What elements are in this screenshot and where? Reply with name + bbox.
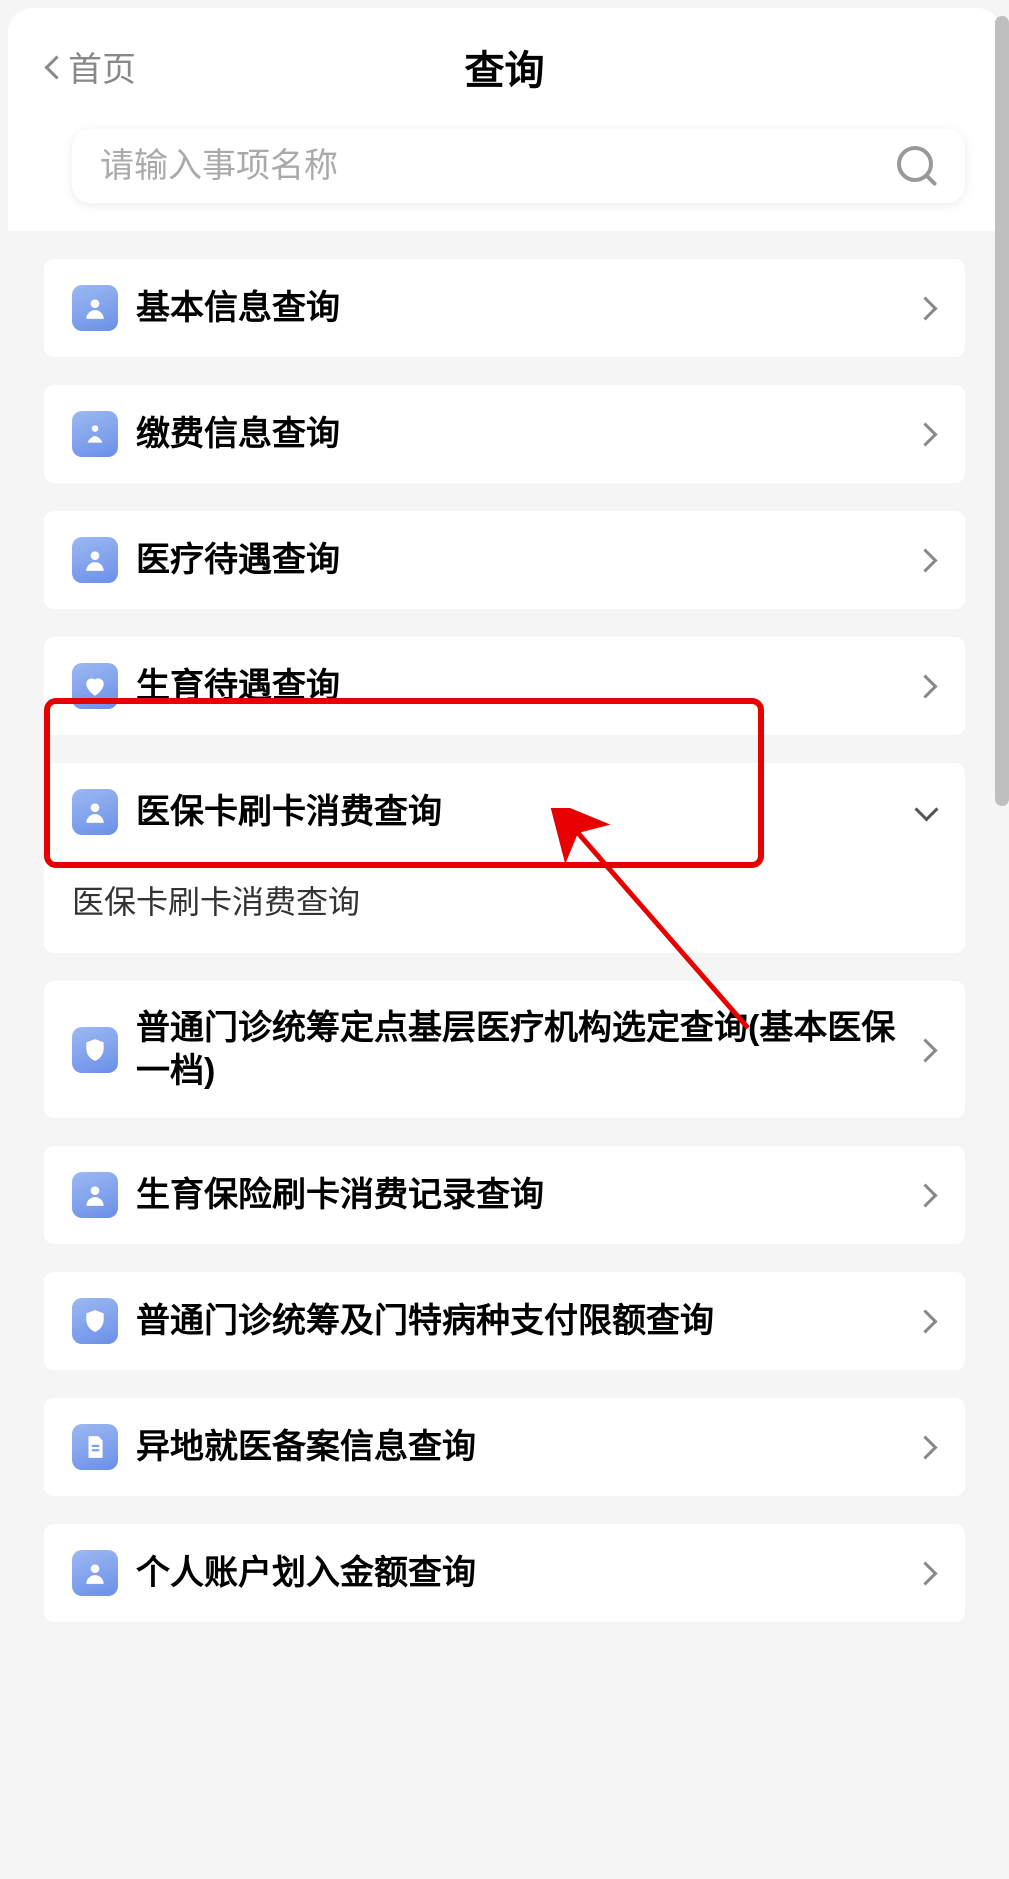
heart-icon	[72, 663, 118, 709]
person-icon	[72, 537, 118, 583]
doc-icon	[72, 1424, 118, 1470]
shield-icon	[72, 1298, 118, 1344]
search-input[interactable]	[100, 147, 897, 186]
list-item-row[interactable]: 个人账户划入金额查询	[72, 1550, 937, 1596]
search-box[interactable]	[72, 129, 965, 203]
search-section	[8, 117, 1001, 231]
chevron-right-icon	[915, 675, 937, 697]
chevron-right-icon	[915, 1184, 937, 1206]
list-item: 生育保险刷卡消费记录查询	[44, 1146, 965, 1244]
list-item: 普通门诊统筹及门特病种支付限额查询	[44, 1272, 965, 1370]
list-item-row[interactable]: 生育待遇查询	[72, 663, 937, 709]
list-item-row[interactable]: 生育保险刷卡消费记录查询	[72, 1172, 937, 1218]
list-item-row[interactable]: 普通门诊统筹及门特病种支付限额查询	[72, 1298, 937, 1344]
person-icon	[72, 789, 118, 835]
chevron-right-icon	[915, 549, 937, 571]
list-item-title: 个人账户划入金额查询	[136, 1552, 897, 1595]
list-item: 异地就医备案信息查询	[44, 1398, 965, 1496]
list-item: 基本信息查询	[44, 259, 965, 357]
list-item-title: 医疗待遇查询	[136, 539, 897, 582]
header: 首页 查询	[8, 8, 1001, 117]
list-item-row[interactable]: 缴费信息查询	[72, 411, 937, 457]
chevron-down-icon	[915, 801, 937, 823]
chevron-right-icon	[915, 1039, 937, 1061]
list-item-title: 普通门诊统筹及门特病种支付限额查询	[136, 1300, 897, 1343]
list-item-title: 生育待遇查询	[136, 665, 897, 708]
list-item-row[interactable]: 普通门诊统筹定点基层医疗机构选定查询(基本医保一档)	[72, 1007, 937, 1092]
list-item-row[interactable]: 基本信息查询	[72, 285, 937, 331]
list-item: 医保卡刷卡消费查询医保卡刷卡消费查询	[44, 763, 965, 953]
person-icon	[72, 285, 118, 331]
page-title: 查询	[465, 38, 545, 96]
chevron-right-icon	[915, 423, 937, 445]
query-list: 基本信息查询缴费信息查询医疗待遇查询生育待遇查询医保卡刷卡消费查询医保卡刷卡消费…	[8, 259, 1001, 1622]
list-item-title: 生育保险刷卡消费记录查询	[136, 1174, 897, 1217]
scrollbar[interactable]	[995, 16, 1009, 806]
hand-icon	[72, 411, 118, 457]
person-icon	[72, 1172, 118, 1218]
shield-icon	[72, 1027, 118, 1073]
list-item: 生育待遇查询	[44, 637, 965, 735]
chevron-right-icon	[915, 1562, 937, 1584]
list-item: 普通门诊统筹定点基层医疗机构选定查询(基本医保一档)	[44, 981, 965, 1118]
list-sub-item[interactable]: 医保卡刷卡消费查询	[72, 835, 937, 927]
list-item-title: 医保卡刷卡消费查询	[136, 791, 897, 834]
list-item-row[interactable]: 医疗待遇查询	[72, 537, 937, 583]
list-item-row[interactable]: 医保卡刷卡消费查询	[72, 789, 937, 835]
person-icon	[72, 1550, 118, 1596]
list-item-title: 缴费信息查询	[136, 413, 897, 456]
list-item: 缴费信息查询	[44, 385, 965, 483]
chevron-right-icon	[915, 1436, 937, 1458]
chevron-right-icon	[915, 297, 937, 319]
list-item: 个人账户划入金额查询	[44, 1524, 965, 1622]
list-item-title: 异地就医备案信息查询	[136, 1426, 897, 1469]
chevron-right-icon	[915, 1310, 937, 1332]
back-button[interactable]: 首页	[44, 42, 136, 91]
chevron-left-icon	[44, 52, 62, 82]
list-item-title: 基本信息查询	[136, 287, 897, 330]
list-item-row[interactable]: 异地就医备案信息查询	[72, 1424, 937, 1470]
search-icon[interactable]	[897, 146, 937, 186]
list-item: 医疗待遇查询	[44, 511, 965, 609]
list-item-title: 普通门诊统筹定点基层医疗机构选定查询(基本医保一档)	[136, 1007, 897, 1092]
back-label: 首页	[68, 42, 136, 91]
